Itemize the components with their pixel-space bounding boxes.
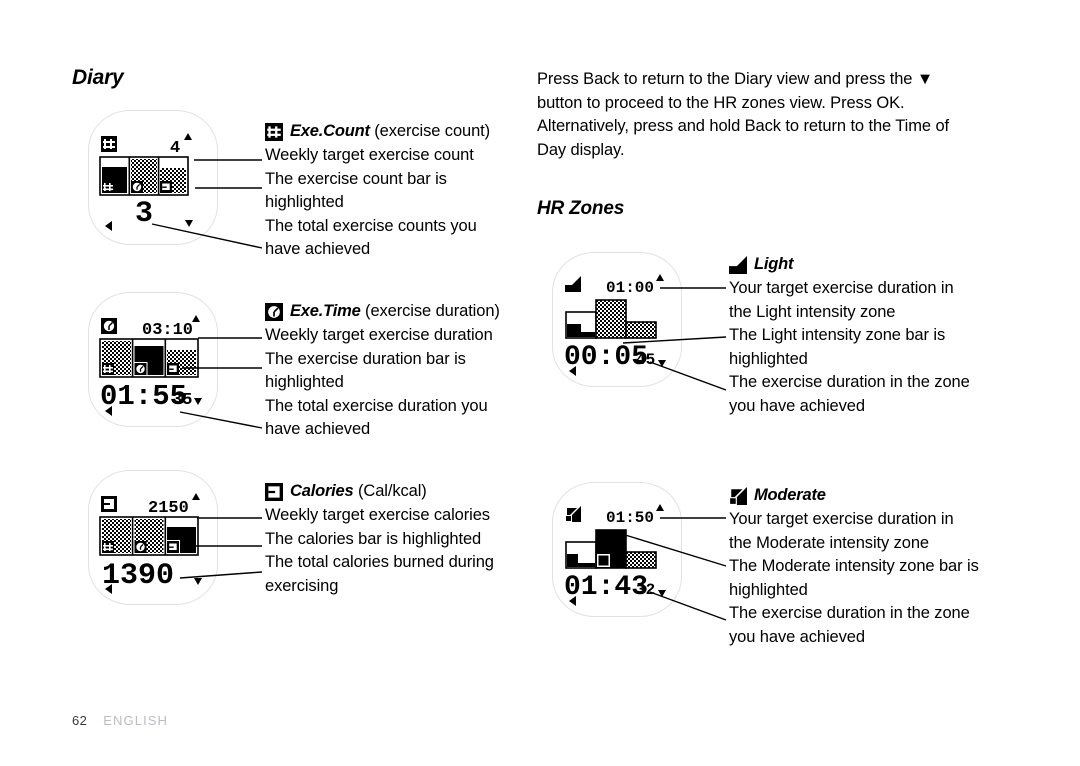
annotation-header: Moderate bbox=[729, 484, 979, 508]
annotation-light-zone: Light Your target exercise duration in t… bbox=[729, 253, 979, 418]
up-arrow-icon bbox=[184, 133, 192, 140]
page-title-hr-zones: HR Zones bbox=[537, 198, 625, 219]
watch-illustration-calories: 2150 1390 bbox=[88, 470, 218, 605]
down-arrow-icon bbox=[658, 590, 666, 597]
annotation-title-suffix: (exercise duration) bbox=[365, 302, 500, 321]
language-label: ENGLISH bbox=[103, 713, 169, 728]
up-arrow-icon bbox=[656, 504, 664, 511]
exe-count-lcd-icon bbox=[101, 136, 117, 152]
annotation-title: Exe.Time bbox=[290, 302, 361, 321]
up-arrow-icon bbox=[656, 274, 664, 281]
watch-illustration-exe-count: 4 3 bbox=[88, 110, 218, 245]
annotation-note: Weekly target exercise duration bbox=[265, 326, 493, 344]
annotation-note: The total exercise duration you have ach… bbox=[265, 396, 488, 439]
lcd-bar-chart bbox=[565, 299, 657, 339]
left-arrow-icon bbox=[105, 221, 112, 231]
down-arrow-icon bbox=[194, 398, 202, 405]
lcd-big-value: 3 bbox=[135, 197, 153, 231]
annotation-note: The exercise duration in the zone you ha… bbox=[729, 604, 970, 646]
annotation-note: Your target exercise duration in the Lig… bbox=[729, 279, 954, 321]
annotation-note: The exercise duration bar is highlighted bbox=[265, 349, 466, 392]
annotation-note: The exercise duration in the zone you ha… bbox=[729, 373, 970, 415]
lcd-big-value: 1390 bbox=[102, 559, 174, 593]
annotation-exe-count: Exe.Count (exercise count) Weekly target… bbox=[265, 120, 513, 262]
lcd-screen-moderate-zone: 01:50 01:43 32 bbox=[564, 504, 666, 606]
watch-illustration-exe-time: 03:10 01:55 35 bbox=[88, 292, 218, 427]
lcd-small-value: 35 bbox=[172, 391, 192, 410]
manual-page: Diary HR Zones Press Back to return to t… bbox=[0, 0, 1080, 766]
bar-hard bbox=[625, 551, 657, 569]
lcd-header-value: 2150 bbox=[148, 499, 189, 518]
lcd-bar-chart bbox=[99, 156, 189, 196]
bar-moderate bbox=[595, 299, 627, 339]
annotation-note: Weekly target exercise calories bbox=[265, 506, 490, 524]
annotation-title: Light bbox=[754, 255, 794, 274]
lcd-header-value: 01:50 bbox=[606, 509, 654, 527]
annotation-note: The Moderate intensity zone bar is highl… bbox=[729, 557, 979, 599]
annotation-calories: Calories (Cal/kcal) Weekly target exerci… bbox=[265, 480, 515, 598]
calories-lcd-icon bbox=[101, 496, 117, 512]
watch-illustration-light-zone: 01:00 00:05 45 bbox=[552, 252, 682, 387]
up-arrow-icon bbox=[192, 315, 200, 322]
lcd-screen-calories: 2150 1390 bbox=[99, 493, 202, 594]
lcd-screen-exe-time: 03:10 01:55 35 bbox=[99, 315, 202, 416]
lcd-screen-light-zone: 01:00 00:05 45 bbox=[564, 274, 666, 376]
page-footer: 62 ENGLISH bbox=[72, 713, 168, 728]
lcd-bar-chart bbox=[99, 338, 199, 378]
annotation-note: The calories bar is highlighted bbox=[265, 529, 482, 548]
annotation-note: The total exercise counts you have achie… bbox=[265, 216, 477, 259]
exe-time-lcd-icon bbox=[265, 303, 283, 321]
exe-time-lcd-icon bbox=[101, 318, 117, 334]
lcd-small-value: 45 bbox=[636, 351, 655, 369]
annotation-title: Calories bbox=[290, 482, 354, 501]
annotation-note: Your target exercise duration in the Mod… bbox=[729, 510, 954, 552]
page-number: 62 bbox=[72, 713, 88, 728]
annotation-note: The total calories burned during exercis… bbox=[265, 553, 494, 595]
annotation-title-suffix: (Cal/kcal) bbox=[358, 482, 427, 501]
lcd-bar-chart bbox=[99, 516, 199, 556]
up-arrow-icon bbox=[192, 493, 200, 500]
lcd-screen-exe-count: 4 3 bbox=[99, 133, 193, 231]
page-title-diary: Diary bbox=[72, 66, 124, 89]
annotation-header: Exe.Time (exercise duration) bbox=[265, 300, 517, 324]
down-arrow-icon bbox=[658, 360, 666, 367]
annotation-header: Light bbox=[729, 253, 979, 277]
bar-legend-icons bbox=[102, 181, 172, 193]
watch-illustration-moderate-zone: 01:50 01:43 32 bbox=[552, 482, 682, 617]
down-arrow-icon bbox=[185, 220, 193, 227]
bar-hard bbox=[625, 321, 657, 339]
moderate-zone-lcd-icon bbox=[729, 487, 747, 505]
annotation-moderate-zone: Moderate Your target exercise duration i… bbox=[729, 484, 979, 649]
annotation-header: Calories (Cal/kcal) bbox=[265, 480, 515, 504]
moderate-zone-lcd-icon bbox=[565, 506, 581, 522]
bar-legend-icons bbox=[102, 541, 179, 553]
annotation-note: Weekly target exercise count bbox=[265, 146, 474, 164]
lcd-header-value: 03:10 bbox=[142, 321, 193, 340]
light-zone-lcd-icon bbox=[565, 276, 581, 292]
light-zone-lcd-icon bbox=[729, 256, 747, 274]
exe-count-lcd-icon bbox=[265, 123, 283, 141]
annotation-title: Exe.Count bbox=[290, 122, 370, 141]
lcd-header-value: 01:00 bbox=[606, 279, 654, 297]
annotation-title: Moderate bbox=[754, 486, 826, 505]
lcd-small-value: 32 bbox=[636, 581, 655, 599]
lcd-header-value: 4 bbox=[170, 139, 180, 158]
annotation-title-suffix: (exercise count) bbox=[374, 122, 491, 141]
hr-zones-intro-paragraph: Press Back to return to the Diary view a… bbox=[537, 70, 950, 159]
annotation-exe-time: Exe.Time (exercise duration) Weekly targ… bbox=[265, 300, 517, 442]
annotation-header: Exe.Count (exercise count) bbox=[265, 120, 513, 144]
bar-legend-icons bbox=[102, 363, 179, 375]
down-arrow-icon bbox=[194, 578, 202, 585]
lcd-bar-chart bbox=[565, 529, 657, 569]
annotation-note: The Light intensity zone bar is highligh… bbox=[729, 326, 946, 368]
calories-lcd-icon bbox=[265, 483, 283, 501]
annotation-note: The exercise count bar is highlighted bbox=[265, 169, 447, 212]
